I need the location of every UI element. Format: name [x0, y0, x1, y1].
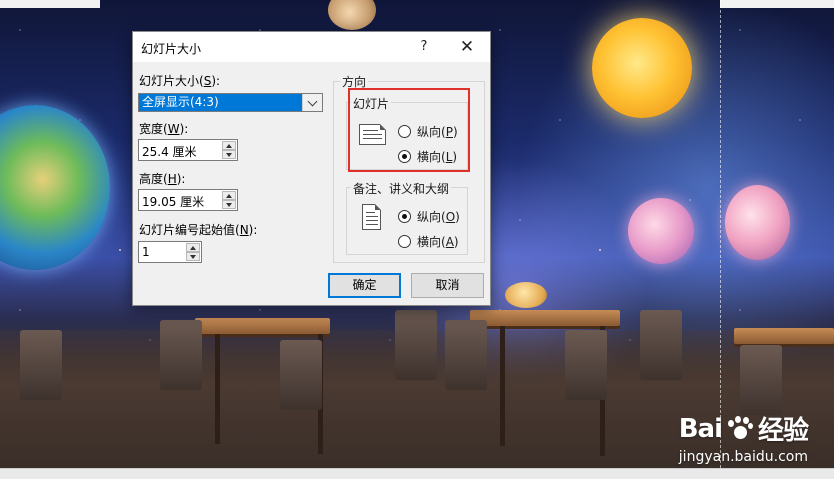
slide-size-label: 幻灯片大小(S): — [139, 74, 221, 88]
help-button[interactable]: ? — [413, 37, 435, 57]
slide-size-dialog: 幻灯片大小 ? ✕ 幻灯片大小(S): 全屏显示(4:3) 宽度(W): 25.… — [132, 31, 491, 306]
table — [734, 328, 834, 344]
slide-boundary-line — [720, 0, 721, 468]
notes-landscape-radio[interactable]: 横向(A) — [398, 233, 459, 250]
width-value: 25.4 厘米 — [142, 145, 197, 159]
notes-portrait-label: 纵向(O) — [417, 210, 460, 224]
watermark-logo-left: Bai — [678, 413, 723, 444]
chair — [740, 345, 782, 415]
baidu-jingyan-watermark: Bai 经验 jingyan.baidu.com — [678, 410, 809, 466]
cancel-button[interactable]: 取消 — [411, 273, 484, 298]
radio-button-icon[interactable] — [398, 235, 411, 248]
paw-icon — [726, 415, 754, 442]
pink-planet-image — [725, 185, 790, 260]
slide-size-select[interactable]: 全屏显示(4:3) — [138, 93, 323, 112]
chair — [160, 320, 202, 390]
slide-edge — [720, 0, 834, 8]
decrement-icon[interactable] — [222, 150, 236, 159]
numbering-label: 幻灯片编号起始值(N): — [139, 223, 258, 237]
chevron-down-icon[interactable] — [302, 94, 322, 111]
increment-icon[interactable] — [222, 141, 236, 150]
small-planet-image — [505, 282, 547, 308]
notes-group-title: 备注、讲义和大纲 — [351, 180, 452, 197]
chair — [280, 340, 322, 410]
radio-button-checked-icon[interactable] — [398, 210, 411, 223]
chair — [395, 310, 437, 380]
watermark-url: jingyan.baidu.com — [678, 449, 808, 465]
increment-icon[interactable] — [222, 191, 236, 200]
notes-portrait-radio[interactable]: 纵向(O) — [398, 208, 460, 225]
decrement-icon[interactable] — [186, 252, 200, 261]
ok-button[interactable]: 确定 — [328, 273, 401, 298]
numbering-stepper[interactable]: 1 — [138, 241, 202, 263]
width-stepper[interactable]: 25.4 厘米 — [138, 139, 238, 161]
slide-size-selected-value: 全屏显示(4:3) — [139, 94, 302, 111]
chair — [565, 330, 607, 400]
pink-planet-image — [628, 198, 694, 264]
numbering-value: 1 — [142, 245, 150, 259]
status-bar — [0, 468, 834, 479]
table-leg — [500, 326, 505, 446]
height-value: 19.05 厘米 — [142, 195, 205, 209]
dialog-title: 幻灯片大小 — [141, 42, 202, 56]
table — [470, 310, 620, 326]
table — [195, 318, 330, 334]
table-leg — [215, 334, 220, 444]
annotation-highlight-box — [348, 88, 470, 172]
watermark-logo: Bai 经验 — [678, 410, 809, 447]
sun-planet-image — [592, 18, 692, 118]
chair — [445, 320, 487, 390]
increment-icon[interactable] — [186, 243, 200, 252]
height-label: 高度(H): — [139, 172, 186, 186]
notes-landscape-label: 横向(A) — [417, 235, 459, 249]
dialog-titlebar[interactable]: 幻灯片大小 ? ✕ — [133, 32, 490, 62]
portrait-page-icon — [362, 204, 381, 230]
width-label: 宽度(W): — [139, 122, 189, 136]
height-stepper[interactable]: 19.05 厘米 — [138, 189, 238, 211]
chair — [20, 330, 62, 400]
decrement-icon[interactable] — [222, 200, 236, 209]
slide-edge — [0, 0, 100, 8]
close-button[interactable]: ✕ — [453, 37, 481, 57]
chair — [640, 310, 682, 380]
watermark-logo-right: 经验 — [757, 416, 809, 446]
